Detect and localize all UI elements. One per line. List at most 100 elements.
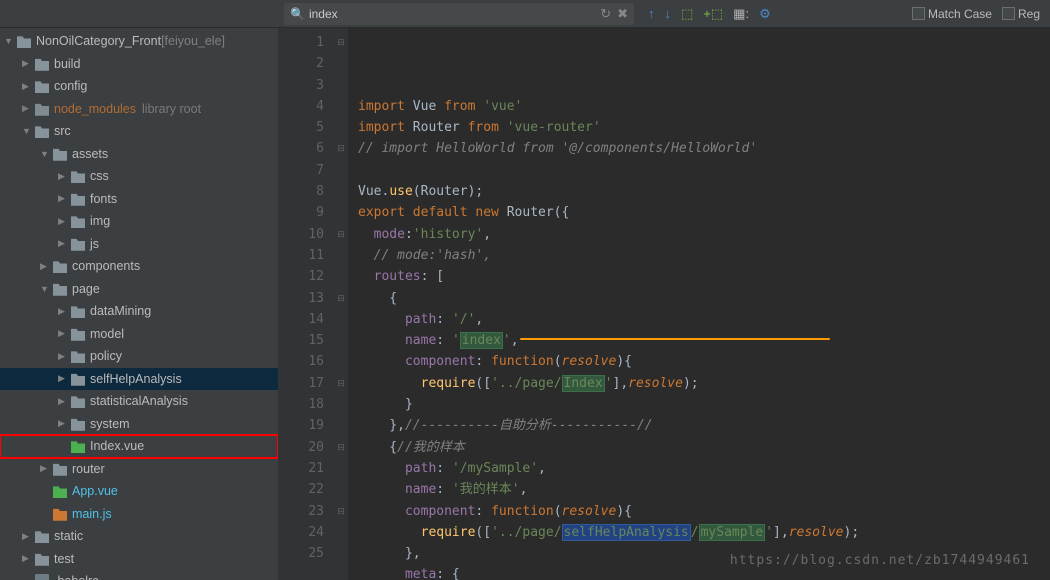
search-input[interactable] [309,7,600,21]
tree-item-label: fonts [90,192,117,206]
expand-arrow[interactable] [22,553,32,564]
tree-item-label: main.js [72,507,112,521]
code-line[interactable]: mode:'history', [358,224,1050,245]
fold-marker [334,266,348,287]
fold-marker[interactable]: ⊟ [334,224,348,245]
tree-item-statisticalanalysis[interactable]: statisticalAnalysis [0,390,278,413]
line-number: 19 [278,415,324,436]
code-line[interactable]: { [358,288,1050,309]
code-line[interactable]: component: function(resolve){ [358,351,1050,372]
tree-item--babelrc[interactable]: .babelrc [0,570,278,580]
search-box[interactable]: 🔍 ↻ ✖ [284,3,634,25]
close-icon[interactable]: ✖ [617,6,628,22]
tree-item-index-vue[interactable]: Index.vue [0,435,278,458]
code-line[interactable]: import Router from 'vue-router' [358,117,1050,138]
fold-bar[interactable]: ⊟ ⊟ ⊟ ⊟ ⊟ ⊟ ⊟ [334,28,348,580]
filter-icon[interactable]: ▦: [733,6,749,22]
expand-arrow[interactable] [58,418,68,429]
tree-item-img[interactable]: img [0,210,278,233]
code-editor[interactable]: 1234567891011121314151617181920212223242… [278,28,1050,580]
line-number: 16 [278,351,324,372]
code-line[interactable]: } [358,394,1050,415]
tree-item-css[interactable]: css [0,165,278,188]
code-line[interactable]: path: '/mySample', [358,458,1050,479]
expand-arrow[interactable] [58,306,68,317]
tree-item-selfhelpanalysis[interactable]: selfHelpAnalysis [0,368,278,391]
tree-item-nonoilcategory-front[interactable]: NonOilCategory_Front [feiyou_ele] [0,30,278,53]
code-line[interactable]: path: '/', [358,309,1050,330]
fold-marker[interactable]: ⊟ [334,501,348,522]
code-line[interactable]: component: function(resolve){ [358,501,1050,522]
tree-item-router[interactable]: router [0,458,278,481]
code-line[interactable]: },//----------自助分析-----------// [358,415,1050,436]
code-line[interactable]: // import HelloWorld from '@/components/… [358,138,1050,159]
expand-arrow[interactable] [58,216,68,227]
code-line[interactable]: // mode:'hash', [358,245,1050,266]
tree-item-system[interactable]: system [0,413,278,436]
expand-arrow[interactable] [58,396,68,407]
tree-item-page[interactable]: page [0,278,278,301]
project-tree[interactable]: NonOilCategory_Front [feiyou_ele]buildco… [0,28,278,580]
folder-icon [17,34,31,48]
next-match-icon[interactable]: ↓ [665,6,672,21]
fold-marker[interactable]: ⊟ [334,138,348,159]
tree-item-build[interactable]: build [0,53,278,76]
tree-item-policy[interactable]: policy [0,345,278,368]
expand-arrow[interactable] [40,284,50,294]
tree-item-src[interactable]: src [0,120,278,143]
tree-item-assets[interactable]: assets [0,143,278,166]
code-line[interactable] [358,160,1050,181]
tree-item-main-js[interactable]: main.js [0,503,278,526]
tree-item-node-modules[interactable]: node_moduleslibrary root [0,98,278,121]
expand-arrow[interactable] [58,171,68,182]
code-line[interactable]: Vue.use(Router); [358,181,1050,202]
expand-arrow[interactable] [58,351,68,362]
expand-arrow[interactable] [40,261,50,272]
tree-item-static[interactable]: static [0,525,278,548]
fold-marker[interactable]: ⊟ [334,288,348,309]
expand-arrow[interactable] [22,58,32,69]
code-line[interactable]: name: '我的样本', [358,479,1050,500]
code-line[interactable]: routes: [ [358,266,1050,287]
expand-arrow[interactable] [40,149,50,159]
expand-arrow[interactable] [58,373,68,384]
tree-item-config[interactable]: config [0,75,278,98]
line-number: 22 [278,479,324,500]
expand-arrow[interactable] [58,238,68,249]
main-area: NonOilCategory_Front [feiyou_ele]buildco… [0,28,1050,580]
tree-item-model[interactable]: model [0,323,278,346]
tree-item-test[interactable]: test [0,548,278,571]
tree-item-js[interactable]: js [0,233,278,256]
settings-icon[interactable]: ⚙ [759,6,771,22]
match-case-option[interactable]: Match Case [912,7,992,21]
expand-arrow[interactable] [22,81,32,92]
fold-marker[interactable]: ⊟ [334,437,348,458]
tree-item-components[interactable]: components [0,255,278,278]
expand-arrow[interactable] [22,126,32,136]
code-line[interactable]: export default new Router({ [358,202,1050,223]
select-all-icon[interactable]: ⬚ [681,6,693,22]
code-line[interactable]: import Vue from 'vue' [358,96,1050,117]
tree-item-app-vue[interactable]: App.vue [0,480,278,503]
tree-item-fonts[interactable]: fonts [0,188,278,211]
expand-arrow[interactable] [58,193,68,204]
add-selection-icon[interactable]: +⬚ [703,6,723,22]
regex-option[interactable]: Reg [1002,7,1040,21]
fold-marker[interactable]: ⊟ [334,32,348,53]
code-line[interactable]: require(['../page/selfHelpAnalysis/mySam… [358,522,1050,543]
code-line[interactable]: name: 'index', [358,330,1050,351]
fold-marker [334,202,348,223]
history-icon[interactable]: ↻ [600,6,611,22]
expand-arrow[interactable] [22,103,32,114]
expand-arrow[interactable] [22,531,32,542]
code-area[interactable]: import Vue from 'vue'import Router from … [348,28,1050,580]
tree-item-label: policy [90,349,122,363]
code-line[interactable]: require(['../page/Index'],resolve); [358,373,1050,394]
expand-arrow[interactable] [40,463,50,474]
expand-arrow[interactable] [4,36,14,46]
fold-marker[interactable]: ⊟ [334,373,348,394]
code-line[interactable]: {//我的样本 [358,437,1050,458]
tree-item-datamining[interactable]: dataMining [0,300,278,323]
expand-arrow[interactable] [58,328,68,339]
prev-match-icon[interactable]: ↑ [648,6,655,21]
